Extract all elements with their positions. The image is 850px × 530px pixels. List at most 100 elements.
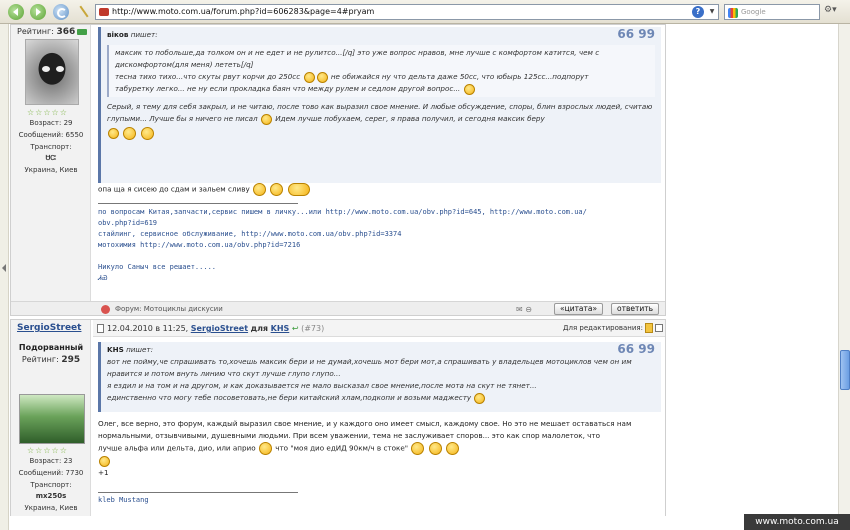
back-button[interactable] — [8, 4, 24, 20]
quote-text: вот не пойму,че спрашивать то,хочешь мак… — [107, 357, 632, 378]
smiley-icon — [287, 183, 310, 196]
recipient-link[interactable]: KHS — [271, 324, 290, 333]
author-transport-label: Транспорт: — [30, 481, 72, 489]
scrollbar-thumb[interactable] — [840, 350, 850, 390]
signature-divider — [98, 492, 298, 493]
document-icon — [97, 324, 104, 333]
post-author-sidebar: Рейтинг: 366 ☆☆☆☆☆ Возраст: 29 Сообщений… — [11, 25, 91, 315]
stop-icon[interactable] — [78, 5, 90, 17]
site-favicon-icon — [99, 8, 109, 16]
signature: по вопросам Китая,запчасти,сервис пишем … — [98, 207, 659, 284]
vertical-scrollbar[interactable] — [838, 24, 850, 516]
browser-toolbar: http://www.moto.com.ua/forum.php?id=6062… — [0, 0, 850, 24]
signature-line[interactable]: obv.php?id=619 — [98, 218, 659, 229]
forum-post: SergioStreet Подорванный Рейтинг: 295 ☆☆… — [10, 319, 666, 516]
reply-arrow-icon: ↩ — [291, 324, 299, 333]
author-transport-label: Транспорт: — [30, 143, 72, 151]
smiley-icon — [316, 71, 328, 83]
quote-block: вiков пишет: 66 99 максик то побольше,да… — [98, 27, 661, 183]
smiley-icon — [260, 113, 272, 125]
search-box[interactable]: Google — [724, 4, 820, 20]
quote-text: максик то побольше,да толком он и не еде… — [115, 48, 600, 69]
quote-says: пишет: — [126, 345, 154, 354]
edit-label: Для редактирования: — [563, 324, 643, 332]
smiley-icon — [303, 71, 315, 83]
author-location: Украина, Киев — [24, 166, 78, 174]
battery-icon — [77, 28, 88, 35]
pencil-icon[interactable] — [645, 323, 653, 333]
smiley-icon — [108, 128, 119, 139]
smiley-icon — [253, 183, 267, 196]
signature-line: Никуло Саныч все решает..... — [98, 263, 217, 271]
author-messages: Сообщений: 6550 — [18, 131, 84, 139]
left-gutter — [0, 24, 9, 530]
nested-quote: максик то побольше,да толком он и не еде… — [107, 45, 655, 97]
forum-page: Рейтинг: 366 ☆☆☆☆☆ Возраст: 29 Сообщений… — [10, 24, 836, 516]
smiley-icon — [99, 455, 110, 467]
author-rating: Рейтинг: 295 — [21, 355, 81, 365]
author-rating: Рейтинг: 366 — [17, 27, 88, 37]
search-placeholder[interactable]: Google — [741, 8, 766, 16]
author-location: Украина, Киев — [24, 504, 78, 512]
smiley-icon — [270, 183, 284, 196]
post-meta: 12.04.2010 в 11:25, SergioStreet для KHS… — [107, 324, 325, 333]
post-author-sidebar: SergioStreet Подорванный Рейтинг: 295 ☆☆… — [11, 320, 91, 516]
smiley-icon — [445, 442, 459, 455]
google-logo-icon — [728, 8, 738, 18]
select-checkbox[interactable] — [655, 324, 663, 332]
plus-one: +1 — [98, 468, 109, 477]
quote-author[interactable]: KHS — [107, 345, 124, 354]
address-bar[interactable]: http://www.moto.com.ua/forum.php?id=6062… — [95, 4, 719, 20]
quote-text: табуретку легко... не ну если прокладка … — [115, 84, 461, 93]
avatar[interactable] — [19, 394, 85, 444]
post-number[interactable]: (#73) — [301, 324, 324, 333]
quote-block: KHS пишет: 66 99 вот не пойму,че спрашив… — [98, 342, 661, 412]
site-watermark: www.moto.com.ua — [744, 514, 850, 530]
signature-divider — [98, 203, 298, 204]
signature-line[interactable]: мотохимия http://www.moto.com.ua/obv.php… — [98, 240, 659, 251]
author-transport-value: mx250s — [35, 492, 67, 500]
signature-line: ᏗᏯ — [98, 274, 108, 282]
author-link[interactable]: SergioStreet — [191, 324, 248, 333]
smiley-icon — [463, 83, 475, 95]
post-text: опа ща я сисею до сдам и зальем сливу — [98, 183, 661, 196]
warning-icon[interactable] — [101, 305, 110, 314]
smiley-icon — [411, 442, 425, 455]
help-icon[interactable]: ? — [692, 6, 704, 18]
smiley-icon — [474, 392, 486, 404]
forward-button[interactable] — [30, 4, 46, 20]
signature-line[interactable]: по вопросам Китая,запчасти,сервис пишем … — [98, 207, 659, 218]
signature[interactable]: kleb Mustang — [98, 495, 659, 506]
quote-text: не обижайся ну что дельта даже 50сс, что… — [330, 72, 589, 81]
search-go-icon[interactable]: ⚙▾ — [824, 5, 844, 19]
quote-author[interactable]: вiков — [107, 30, 128, 39]
forum-post: Рейтинг: 366 ☆☆☆☆☆ Возраст: 29 Сообщений… — [10, 24, 666, 316]
signature-line[interactable]: стайлинг, сервисное обслуживание, http:/… — [98, 229, 659, 240]
reply-button[interactable]: ответить — [611, 303, 660, 315]
chevron-down-icon[interactable]: ▼ — [707, 7, 717, 17]
author-username[interactable]: SergioStreet — [17, 323, 81, 333]
author-age: Возраст: 23 — [29, 457, 73, 465]
forum-label[interactable]: Форум: Мотоциклы дискусии — [115, 305, 223, 313]
author-messages: Сообщений: 7730 — [18, 469, 84, 477]
url-text[interactable]: http://www.moto.com.ua/forum.php?id=6062… — [112, 7, 374, 16]
post-header: 12.04.2010 в 11:25, SergioStreet для KHS… — [93, 320, 665, 337]
author-rank: Подорванный — [18, 343, 84, 352]
mail-icon[interactable]: ✉ ⊖ — [516, 305, 532, 314]
smiley-icon — [258, 442, 272, 455]
quote-mark-icon: 66 99 — [617, 342, 655, 356]
quote-text: единственно что могу тебе посоветовать,н… — [107, 393, 472, 402]
quote-says: пишет: — [130, 30, 158, 39]
reload-button[interactable] — [53, 4, 69, 20]
smiley-icon — [140, 127, 154, 140]
rating-stars: ☆☆☆☆☆ — [27, 446, 68, 455]
quote-button[interactable]: «цитата» — [554, 303, 604, 315]
quote-text: я ездил и на том и на другом, и как дока… — [107, 381, 537, 390]
quote-mark-icon: 66 99 — [617, 27, 655, 41]
smiley-icon — [428, 442, 442, 455]
smiley-icon — [123, 127, 137, 140]
quote-text: Идем лучше побухаем, серег, я права полу… — [275, 114, 545, 123]
avatar[interactable] — [25, 39, 79, 105]
rating-stars: ☆☆☆☆☆ — [27, 108, 68, 117]
post-text: Олег, все верно, это форум, каждый выраз… — [98, 418, 661, 479]
